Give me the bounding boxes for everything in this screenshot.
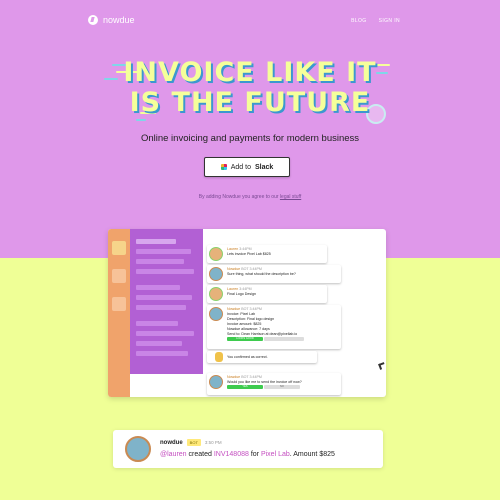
message-author: Nowdue (227, 307, 241, 311)
message-text: Would you like me to send the invoice of… (227, 380, 302, 384)
yes-button[interactable]: YES (227, 385, 263, 390)
channel-sidebar (130, 229, 203, 374)
slack-icon (220, 164, 227, 170)
workspace-rail (108, 229, 130, 397)
user-avatar (209, 247, 223, 261)
top-nav: BLOG SIGN IN (351, 18, 400, 24)
workspace-icon (112, 297, 126, 311)
feed-text: @lauren created INV148088 for Pixel Lab.… (160, 451, 335, 458)
brand-name: nowdue (103, 15, 135, 25)
chat-message: Nowdue BOT 3:44PM Would you like me to s… (207, 373, 341, 395)
sidebar-placeholder (136, 331, 194, 336)
sidebar-placeholder (136, 295, 192, 300)
invoice-line: Nowdue allowance: 7 days (227, 327, 270, 331)
message-author: Nowdue (227, 375, 241, 379)
message-time: 3:44PM (239, 247, 252, 251)
bot-badge: BOT (241, 307, 249, 311)
message-author: Lauren (227, 287, 239, 291)
invoice-line: Send to: Dean Harrison at dean@pixellab.… (227, 332, 298, 336)
feed-verb: created (188, 451, 212, 458)
message-text: Sure thing, what should the description … (227, 272, 296, 276)
looks-good-button[interactable]: LOOKS GOOD (227, 337, 263, 342)
sidebar-placeholder (136, 305, 186, 310)
message-author: Nowdue (227, 267, 241, 271)
terms-prefix: By adding Nowdue you agree to our (198, 194, 279, 200)
workspace-icon (112, 269, 126, 283)
chat-message: Lauren 3:44PM Final Logo Design (207, 285, 327, 303)
bot-avatar (209, 375, 223, 389)
cta-brand: Slack (254, 163, 274, 171)
feed-prep: for (250, 451, 259, 458)
ok-hand-icon (215, 352, 223, 362)
hero-subtitle: Online invoicing and payments for modern… (140, 133, 360, 144)
feed-time: 3:50 PM (204, 440, 222, 445)
sidebar-placeholder (136, 249, 191, 254)
sidebar-placeholder (136, 285, 180, 290)
bot-avatar (209, 307, 223, 321)
sidebar-placeholder (136, 239, 176, 244)
bot-avatar (125, 436, 151, 462)
decor-line (136, 119, 146, 121)
bot-avatar (209, 267, 223, 281)
sidebar-placeholder (136, 269, 194, 274)
headline-line-1: INVOICE LIKE IT (123, 57, 377, 88)
sidebar-placeholder (136, 351, 188, 356)
client-link[interactable]: Pixel Lab (261, 451, 290, 458)
user-avatar (209, 287, 223, 301)
message-time: 3:44PM (249, 307, 262, 311)
bot-badge: BOT (186, 439, 201, 446)
message-text: Final Logo Design (227, 292, 256, 296)
sidebar-placeholder (136, 341, 182, 346)
activity-feed-card: nowdue BOT 3:50 PM @lauren created INV14… (113, 430, 383, 468)
legal-link[interactable]: legal stuff (280, 194, 301, 200)
message-text: You confirmed as correct. (227, 355, 268, 359)
bot-badge: BOT (241, 375, 249, 379)
edit-button[interactable] (264, 337, 304, 342)
chat-message: Nowdue BOT 3:44PM Sure thing, what shoul… (207, 265, 341, 283)
invoice-summary-message: Nowdue BOT 3:44PM Invoice: Pixel Lab Des… (207, 305, 341, 349)
cta-prefix: Add to (230, 163, 251, 171)
message-author: Lauren (227, 247, 239, 251)
message-time: 3:44PM (249, 267, 262, 271)
user-mention[interactable]: @lauren (160, 451, 187, 458)
slack-preview-screenshot: Lauren 3:44PM Lets invoice Pixel Lab $82… (108, 229, 386, 397)
hero-section: nowdue BLOG SIGN IN INVOICE LIKE IT IS T… (0, 0, 500, 258)
no-button[interactable]: NO (264, 385, 300, 390)
feed-header: nowdue BOT 3:50 PM (160, 439, 222, 446)
nowdue-logo-icon (88, 15, 98, 25)
workspace-icon (112, 241, 126, 255)
invoice-line: Invoice amount: $825 (227, 322, 262, 326)
headline-line-2: IS THE FUTURE (129, 87, 371, 118)
bot-badge: BOT (241, 267, 249, 271)
invoice-line: Description: Final logo design (227, 317, 275, 321)
add-to-slack-button[interactable]: Add to Slack (204, 157, 290, 177)
chat-message: Lauren 3:44PM Lets invoice Pixel Lab $82… (207, 245, 327, 263)
nav-sign-in-link[interactable]: SIGN IN (379, 18, 400, 24)
sidebar-placeholder (136, 321, 178, 326)
message-time: 3:44PM (239, 287, 252, 291)
invoice-line: Invoice: Pixel Lab (227, 312, 256, 316)
sidebar-placeholder (136, 259, 184, 264)
message-time: 3:44PM (249, 375, 262, 379)
confirmation-message: You confirmed as correct. (207, 351, 317, 363)
brand-logo[interactable]: nowdue (88, 15, 135, 25)
nav-blog-link[interactable]: BLOG (351, 18, 367, 24)
feed-author: nowdue (160, 439, 183, 446)
invoice-link[interactable]: INV148088 (214, 451, 249, 458)
terms-notice: By adding Nowdue you agree to our legal … (0, 194, 500, 200)
hero-headline: INVOICE LIKE IT IS THE FUTURE (0, 58, 500, 118)
message-text: Lets invoice Pixel Lab $825 (227, 252, 271, 256)
feed-amount: . Amount $825 (289, 451, 335, 458)
